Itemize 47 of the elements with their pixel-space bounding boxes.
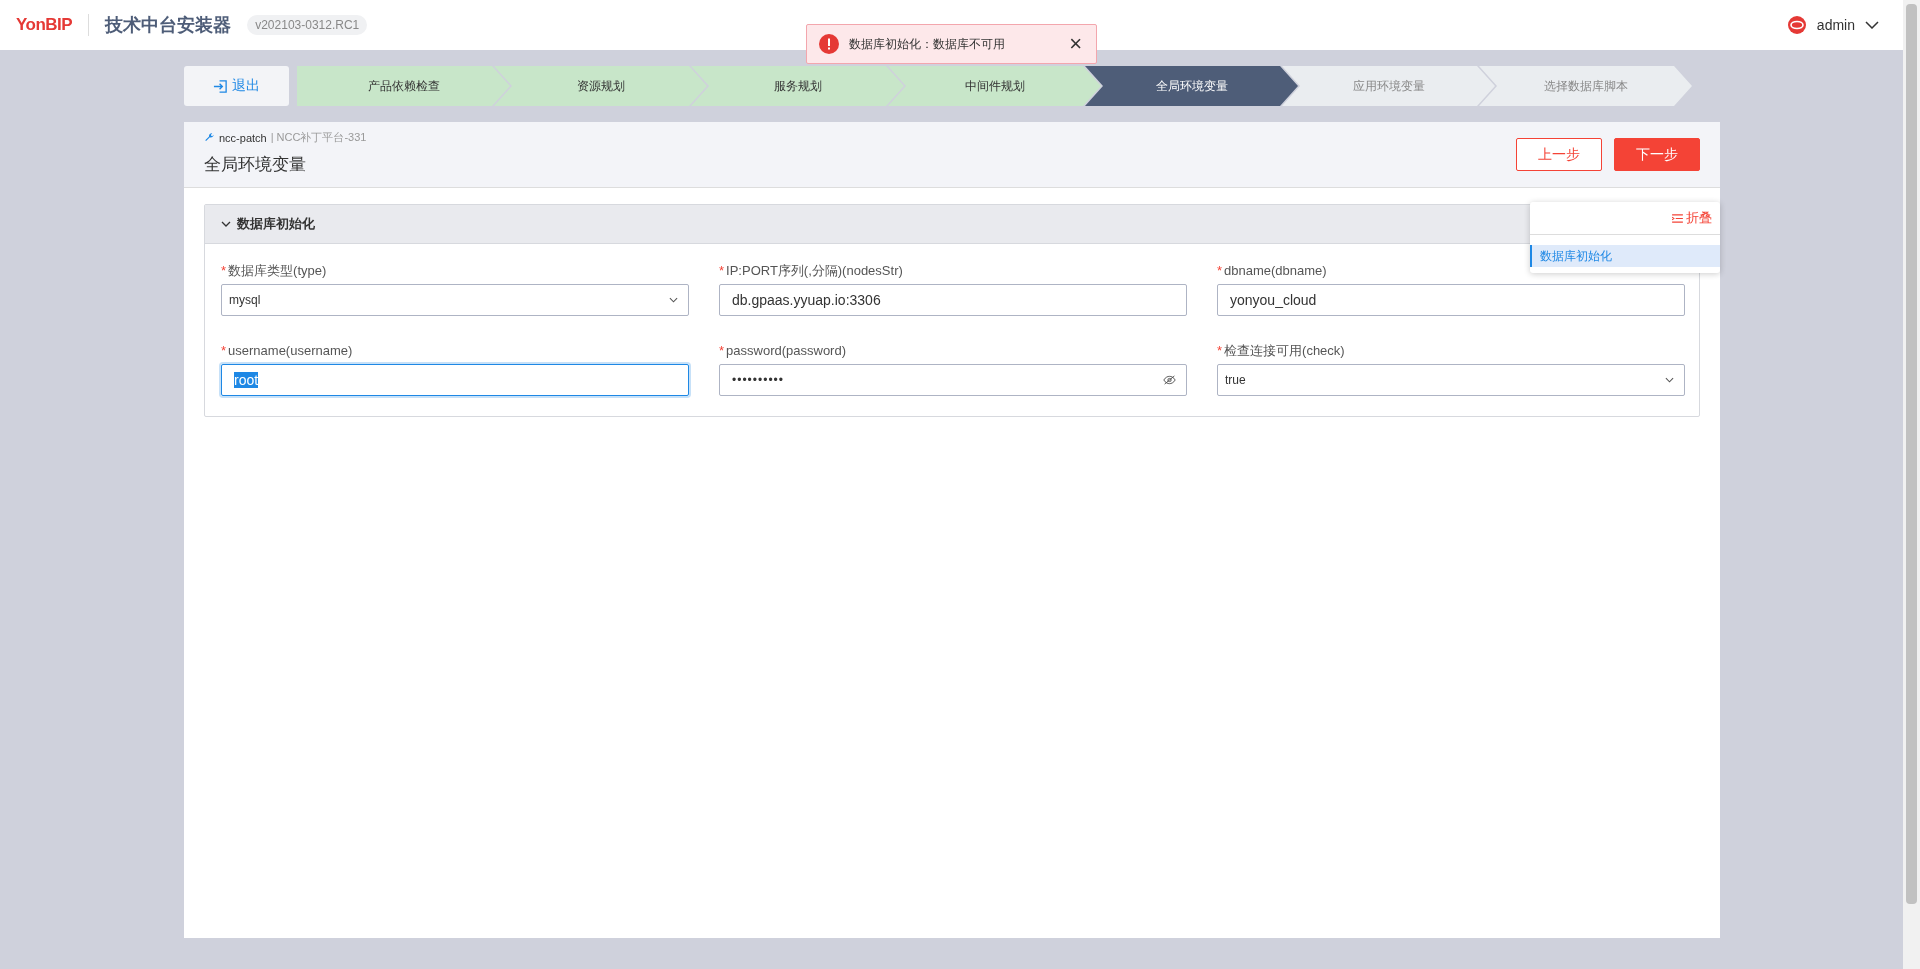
close-button[interactable]: × — [1067, 33, 1084, 55]
field-label: *username(username) — [221, 342, 354, 360]
error-icon — [819, 34, 839, 54]
wizard-step[interactable]: 产品依赖检查 — [297, 66, 510, 106]
app-title: 技术中台安装器 — [105, 14, 232, 37]
wizard-step[interactable]: 全局环境变量 — [1085, 66, 1298, 106]
wizard-step[interactable]: 中间件规划 — [888, 66, 1101, 106]
chevron-down-icon[interactable] — [221, 221, 231, 227]
page-title: 全局环境变量 — [204, 154, 306, 176]
chevron-down-icon — [1665, 377, 1674, 383]
list-icon — [1672, 213, 1683, 223]
chevron-down-icon — [669, 297, 678, 303]
field-label: *检查连接可用(check) — [1217, 342, 1346, 360]
chevron-down-icon[interactable] — [1865, 21, 1879, 29]
select-field[interactable]: mysql — [221, 284, 689, 316]
input-value: yonyou_cloud — [1230, 292, 1317, 308]
input-field[interactable]: root — [221, 364, 689, 396]
input-value: root — [234, 372, 259, 388]
field-label: *IP:PORT序列(,分隔)(nodesStr) — [719, 262, 904, 280]
toast-message: 数据库初始化：数据库不可用 — [849, 35, 1006, 53]
select-value: true — [1225, 373, 1246, 387]
avatar-icon[interactable] — [1786, 15, 1807, 35]
previous-button[interactable]: 上一步 — [1516, 138, 1602, 171]
field-label: *password(password) — [719, 342, 847, 360]
breadcrumb-product: ncc-patch — [219, 131, 267, 144]
version-badge: v202103-0312.RC1 — [247, 15, 368, 35]
input-value: db.gpaas.yyuap.io:3306 — [732, 292, 881, 308]
wizard-step[interactable]: 服务规划 — [691, 66, 904, 106]
logo: YonBIP — [16, 15, 73, 35]
eye-off-icon[interactable] — [1163, 375, 1176, 385]
input-field[interactable]: db.gpaas.yyuap.io:3306 — [719, 284, 1187, 316]
select-field[interactable]: true — [1217, 364, 1685, 396]
section-title: 数据库初始化 — [237, 215, 315, 233]
exit-button[interactable]: 退出 — [184, 66, 289, 106]
password-value: •••••••••• — [732, 373, 784, 387]
exit-icon — [213, 78, 228, 94]
next-button[interactable]: 下一步 — [1614, 138, 1700, 171]
field-label: *dbname(dbname) — [1217, 262, 1328, 280]
password-field[interactable]: •••••••••• — [719, 364, 1187, 396]
input-field[interactable]: yonyou_cloud — [1217, 284, 1685, 316]
select-value: mysql — [229, 293, 261, 307]
wizard-step[interactable]: 资源规划 — [494, 66, 707, 106]
scrollbar[interactable] — [1903, 0, 1920, 969]
field-label: *数据库类型(type) — [221, 262, 328, 280]
breadcrumb-text: | NCC补丁平台-331 — [270, 130, 367, 145]
wrench-icon — [204, 132, 215, 143]
user-name[interactable]: admin — [1816, 17, 1855, 33]
